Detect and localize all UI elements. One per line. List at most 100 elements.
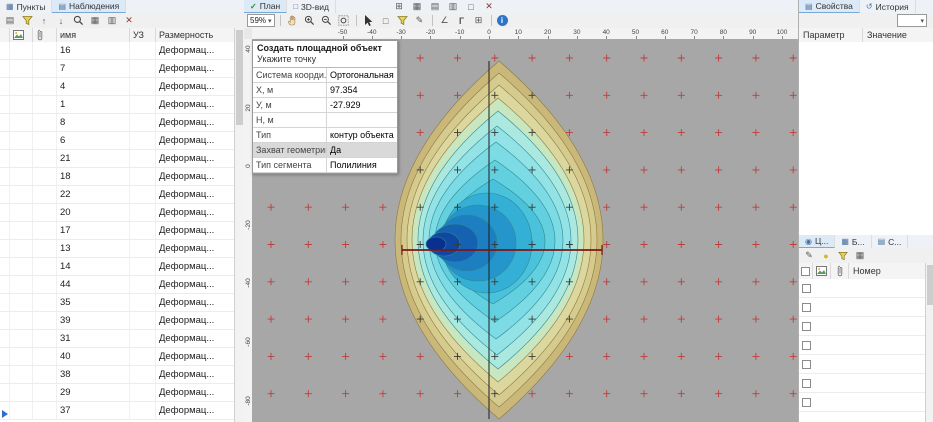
cell[interactable]: [33, 96, 57, 113]
table-row[interactable]: 18Деформац...: [0, 168, 235, 186]
cell[interactable]: [0, 348, 10, 365]
hint-row-value[interactable]: контур объекта: [327, 128, 397, 142]
cell[interactable]: 1: [57, 96, 130, 113]
cell[interactable]: [0, 42, 10, 59]
cell[interactable]: [10, 96, 33, 113]
cell[interactable]: [0, 276, 10, 293]
cell[interactable]: Деформац...: [156, 240, 235, 257]
select-all-checkbox[interactable]: [799, 263, 813, 279]
bottom-table-row[interactable]: [799, 336, 926, 355]
cell[interactable]: [130, 222, 156, 239]
cell[interactable]: Деформац...: [156, 330, 235, 347]
table-row[interactable]: 7 Деформац...: [0, 60, 235, 78]
zoom-extents-icon[interactable]: [337, 14, 351, 27]
select-area-icon[interactable]: [379, 14, 393, 27]
document-icon[interactable]: [3, 14, 17, 27]
cell[interactable]: [0, 186, 10, 203]
tab-bottom-3[interactable]: С...: [872, 235, 909, 248]
filter-edit-icon[interactable]: [413, 14, 427, 27]
cell[interactable]: [130, 366, 156, 383]
cell[interactable]: Деформац...: [156, 132, 235, 149]
cell[interactable]: Деформац...: [156, 60, 235, 77]
cell[interactable]: Деформац...: [156, 402, 235, 419]
cell[interactable]: [33, 42, 57, 59]
cell[interactable]: Деформац...: [156, 348, 235, 365]
bottom-table-row[interactable]: [799, 317, 926, 336]
cell[interactable]: 35: [57, 294, 130, 311]
table-row[interactable]: 8Деформац...: [0, 114, 235, 132]
hint-row-value[interactable]: -27.929: [327, 98, 397, 112]
filter-icon[interactable]: [836, 249, 850, 262]
cell[interactable]: [0, 384, 10, 401]
measure-icon[interactable]: [438, 14, 452, 27]
cell[interactable]: [130, 150, 156, 167]
row-checkbox[interactable]: [802, 341, 811, 350]
row-checkbox[interactable]: [802, 284, 811, 293]
checkbox[interactable]: [801, 267, 810, 276]
grid-icon[interactable]: [853, 249, 867, 262]
cell[interactable]: [33, 384, 57, 401]
cell[interactable]: [130, 384, 156, 401]
table-row[interactable]: 1 Деформац...: [0, 96, 235, 114]
zoom-select[interactable]: 59%: [247, 14, 275, 27]
tab-plan[interactable]: План: [244, 0, 287, 13]
value-column-header[interactable]: Значение: [863, 28, 933, 42]
cell[interactable]: [130, 132, 156, 149]
cell[interactable]: [10, 132, 33, 149]
photo-column-header[interactable]: [813, 263, 831, 279]
delete-icon[interactable]: [122, 14, 136, 27]
cell[interactable]: [0, 114, 10, 131]
cell[interactable]: Деформац...: [156, 366, 235, 383]
cell[interactable]: [130, 96, 156, 113]
cell[interactable]: 7: [57, 60, 130, 77]
tab-observations[interactable]: Наблюдения: [52, 0, 126, 13]
table-row[interactable]: 35Деформац...: [0, 294, 235, 312]
cell[interactable]: [10, 312, 33, 329]
row-checkbox[interactable]: [802, 303, 811, 312]
left-scrollbar[interactable]: [234, 28, 244, 422]
cell[interactable]: Деформац...: [156, 312, 235, 329]
name-column-header[interactable]: имя: [57, 28, 130, 42]
cell[interactable]: [10, 348, 33, 365]
cell[interactable]: [130, 168, 156, 185]
cell[interactable]: 29: [57, 384, 130, 401]
cell[interactable]: [0, 78, 10, 95]
cell[interactable]: [33, 294, 57, 311]
cell[interactable]: [0, 132, 10, 149]
move-up-icon[interactable]: [37, 14, 51, 27]
snap-corner-icon[interactable]: [455, 14, 469, 27]
table-row[interactable]: 22Деформац...: [0, 186, 235, 204]
cell[interactable]: [33, 186, 57, 203]
table-icon[interactable]: [88, 14, 102, 27]
pan-hand-icon[interactable]: [286, 14, 300, 27]
cell[interactable]: Деформац...: [156, 96, 235, 113]
cell[interactable]: Деформац...: [156, 384, 235, 401]
cell[interactable]: [130, 42, 156, 59]
cell[interactable]: 18: [57, 168, 130, 185]
cell[interactable]: [0, 312, 10, 329]
tab-properties[interactable]: Свойства: [799, 0, 860, 13]
cell[interactable]: [10, 240, 33, 257]
cell[interactable]: [10, 294, 33, 311]
cell[interactable]: 38: [57, 366, 130, 383]
cell[interactable]: [33, 312, 57, 329]
cell[interactable]: [130, 294, 156, 311]
cell[interactable]: [33, 78, 57, 95]
number-column-header[interactable]: Номер: [849, 263, 926, 279]
cell[interactable]: 22: [57, 186, 130, 203]
cell[interactable]: [33, 240, 57, 257]
cell[interactable]: [130, 402, 156, 419]
cell[interactable]: [130, 330, 156, 347]
attachment-column-header[interactable]: [33, 28, 57, 42]
cell[interactable]: [33, 222, 57, 239]
cell[interactable]: [130, 60, 156, 77]
table-row[interactable]: 29 Деформац...: [0, 384, 235, 402]
uz-column-header[interactable]: УЗ: [130, 28, 156, 42]
table-row[interactable]: 21Деформац...: [0, 150, 235, 168]
cell[interactable]: 14: [57, 258, 130, 275]
cell[interactable]: 44: [57, 276, 130, 293]
hint-row-value[interactable]: Ортогональная: [327, 68, 397, 82]
cell[interactable]: [0, 168, 10, 185]
cell[interactable]: [10, 78, 33, 95]
tab-bottom-2[interactable]: Б...: [835, 235, 871, 248]
